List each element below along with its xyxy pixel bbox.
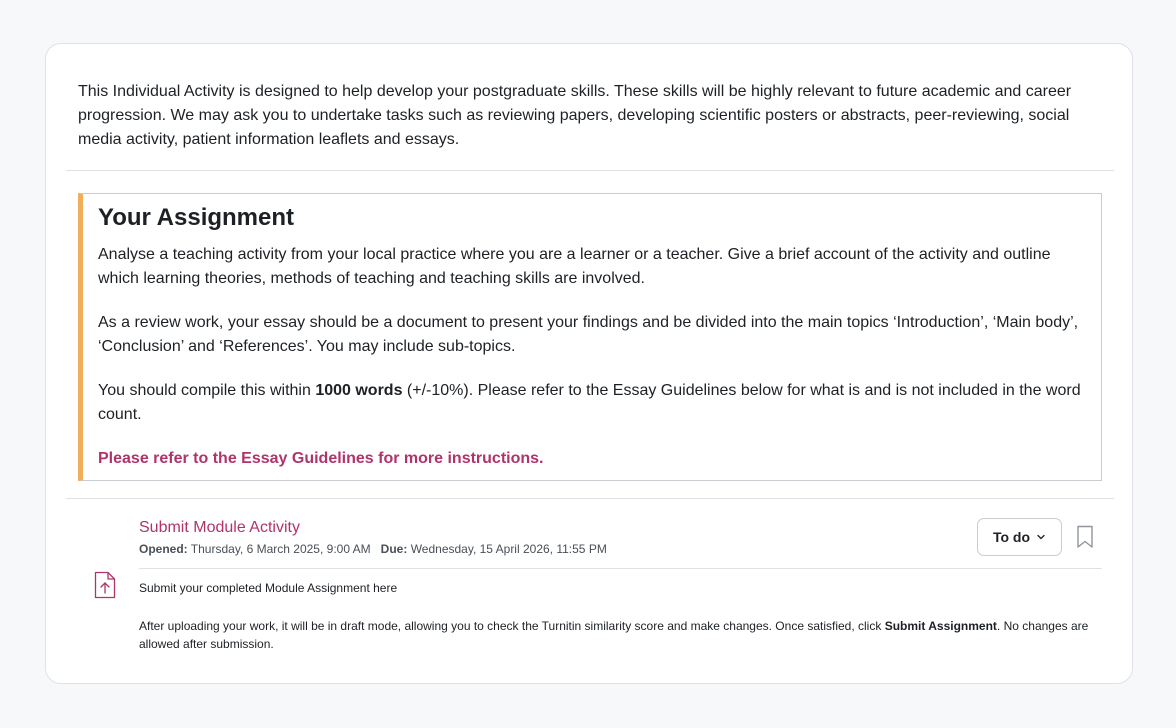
completion-status-dropdown[interactable]: To do: [977, 518, 1062, 556]
assignment-paragraph-1: Analyse a teaching activity from your lo…: [98, 246, 1051, 287]
instructions-prefix: After uploading your work, it will be in…: [139, 619, 885, 633]
assignment-paragraph-2: As a review work, your essay should be a…: [98, 314, 1079, 355]
word-limit-prefix: You should compile this within: [98, 382, 316, 399]
file-upload-icon: [94, 571, 116, 599]
submit-assignment-text: Submit Assignment: [884, 619, 997, 633]
assignment-paragraph-3: You should compile this within 1000 word…: [98, 379, 1087, 427]
chevron-down-icon: [1037, 534, 1045, 540]
divider: [139, 568, 1102, 569]
completion-status-label: To do: [992, 529, 1031, 545]
assignment-heading: Your Assignment: [98, 204, 295, 231]
activity-title-link[interactable]: Submit Module Activity: [139, 518, 300, 538]
activity-instructions: After uploading your work, it will be in…: [139, 617, 1094, 653]
essay-guidelines-note: Please refer to the Essay Guidelines for…: [98, 450, 544, 467]
opened-label: Opened:: [139, 542, 188, 556]
bookmark-icon[interactable]: [1076, 525, 1094, 549]
activity-dates: Opened: Thursday, 6 March 2025, 9:00 AM D…: [139, 541, 607, 557]
due-date: Wednesday, 15 April 2026, 11:55 PM: [410, 542, 607, 556]
divider: [66, 170, 1114, 171]
divider: [66, 498, 1114, 499]
activity-description: Submit your completed Module Assignment …: [139, 581, 398, 595]
word-limit: 1000 words: [315, 382, 403, 399]
opened-date: Thursday, 6 March 2025, 9:00 AM: [190, 542, 371, 556]
assignment-callout: Your Assignment Analyse a teaching activ…: [78, 193, 1102, 481]
activity-card: This Individual Activity is designed to …: [45, 43, 1133, 684]
intro-text: This Individual Activity is designed to …: [78, 83, 1072, 148]
due-label: Due:: [380, 542, 408, 556]
